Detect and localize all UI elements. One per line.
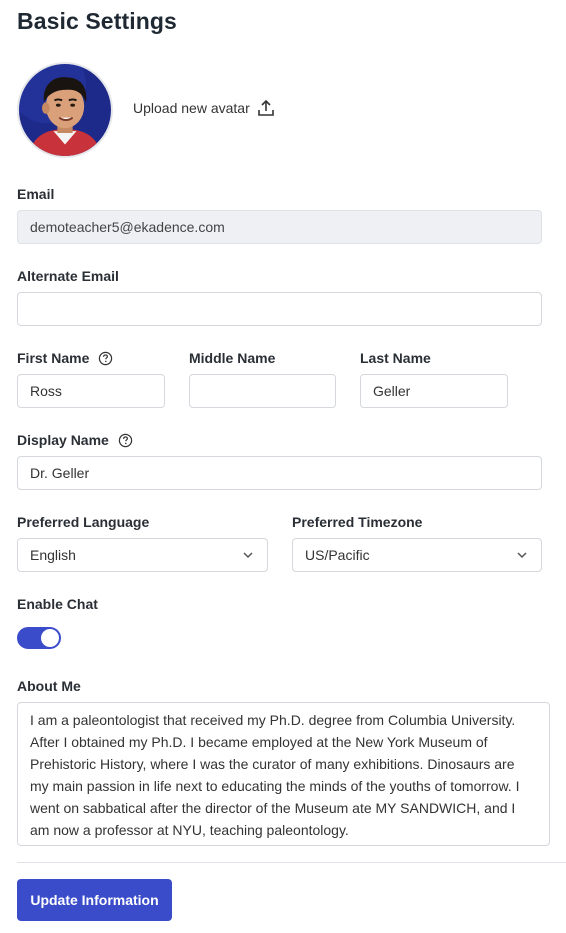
preferred-language-value: English [30,547,76,563]
display-name-field[interactable] [17,456,542,490]
last-name-label-text: Last Name [360,350,431,366]
enable-chat-label-text: Enable Chat [17,596,98,612]
update-information-button[interactable]: Update Information [17,879,172,921]
chevron-down-icon [243,552,253,559]
preferred-timezone-value: US/Pacific [305,547,370,563]
first-name-field[interactable] [17,374,165,408]
middle-name-label-text: Middle Name [189,350,276,366]
alternate-email-label-text: Alternate Email [17,268,119,284]
email-label-text: Email [17,186,55,202]
last-name-field[interactable] [360,374,508,408]
upload-avatar-button[interactable]: Upload new avatar [133,98,276,118]
upload-icon [257,99,274,116]
alternate-email-label: Alternate Email [17,268,119,284]
about-me-textarea[interactable]: I am a paleontologist that received my P… [17,702,550,846]
last-name-label: Last Name [360,350,431,366]
preferred-timezone-select[interactable]: US/Pacific [292,538,542,572]
preferred-timezone-label-text: Preferred Timezone [292,514,423,530]
toggle-knob [41,629,59,647]
avatar[interactable] [17,62,113,158]
chevron-down-icon [517,552,527,559]
divider [17,862,566,863]
first-name-label: First Name [17,350,113,366]
avatar-image [19,64,111,156]
preferred-language-label-text: Preferred Language [17,514,150,530]
about-me-label-text: About Me [17,678,81,694]
help-circle-icon[interactable] [118,433,133,448]
middle-name-field[interactable] [189,374,336,408]
preferred-language-select[interactable]: English [17,538,268,572]
enable-chat-label: Enable Chat [17,596,98,612]
about-me-label: About Me [17,678,81,694]
display-name-label-text: Display Name [17,432,109,448]
display-name-label: Display Name [17,432,133,448]
alternate-email-field[interactable] [17,292,542,326]
middle-name-label: Middle Name [189,350,275,366]
first-name-label-text: First Name [17,350,90,366]
preferred-timezone-label: Preferred Timezone [292,514,422,530]
email-label: Email [17,186,54,202]
upload-avatar-label: Upload new avatar [133,100,250,116]
email-field[interactable] [17,210,542,244]
page-title: Basic Settings [17,8,177,34]
preferred-language-label: Preferred Language [17,514,149,530]
help-circle-icon[interactable] [98,351,113,366]
enable-chat-toggle[interactable] [17,627,61,649]
